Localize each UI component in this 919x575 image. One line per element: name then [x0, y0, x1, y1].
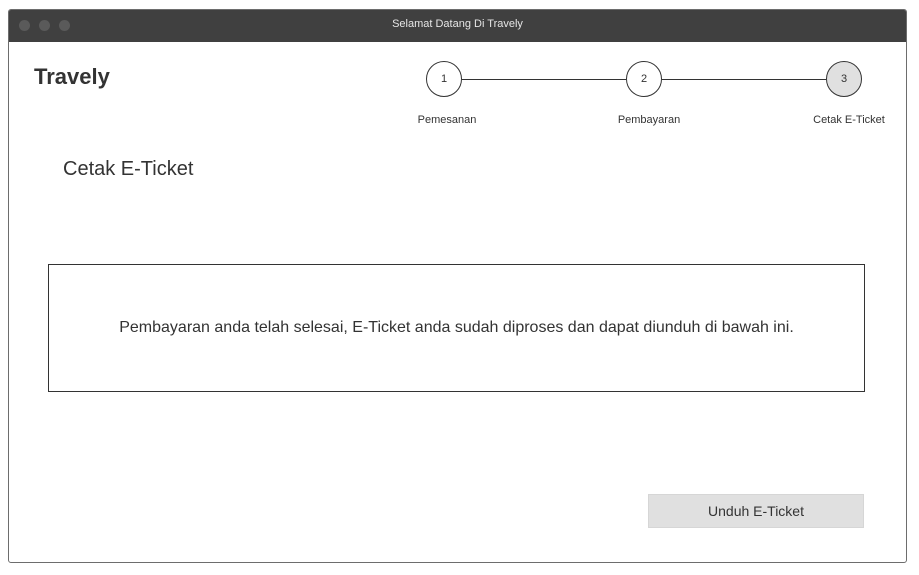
confirmation-message-box: Pembayaran anda telah selesai, E-Ticket …	[48, 264, 865, 392]
app-window: Selamat Datang Di Travely Travely 1 2 3 …	[8, 9, 907, 563]
page-title: Cetak E-Ticket	[63, 158, 194, 180]
window-title: Selamat Datang Di Travely	[392, 18, 523, 30]
step-1-circle: 1	[426, 61, 462, 97]
step-1-label: Pemesanan	[417, 114, 477, 126]
step-3-label: Cetak E-Ticket	[813, 114, 885, 126]
brand-logo-text: Travely	[34, 64, 110, 89]
step-connector-1-2	[462, 79, 626, 80]
confirmation-message: Pembayaran anda telah selesai, E-Ticket …	[119, 319, 794, 336]
step-2-circle: 2	[626, 61, 662, 97]
download-eticket-button[interactable]: Unduh E-Ticket	[648, 494, 864, 528]
step-2-label: Pembayaran	[617, 114, 681, 126]
step-3-circle-active: 3	[826, 61, 862, 97]
title-bar: Selamat Datang Di Travely	[9, 10, 906, 42]
step-connector-2-3	[662, 79, 826, 80]
